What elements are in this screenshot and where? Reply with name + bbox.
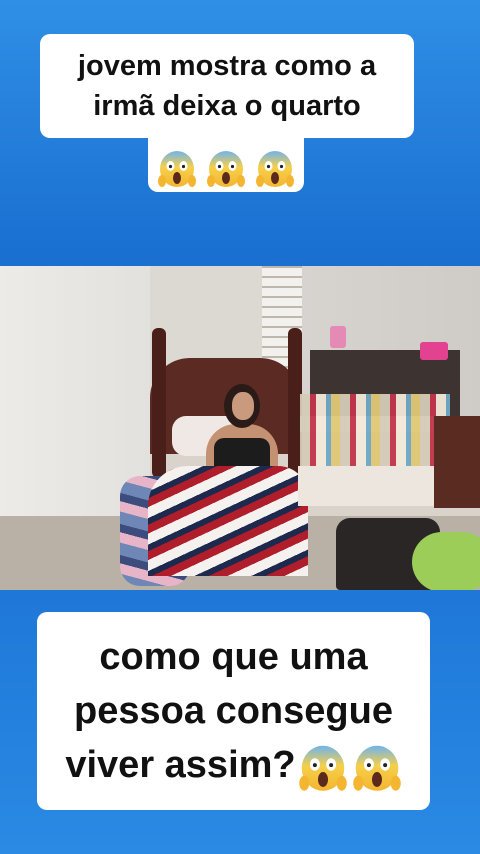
bottom-caption-line-3: viver assim?: [37, 738, 430, 792]
pink-box: [420, 342, 448, 360]
striped-blanket: [148, 466, 308, 576]
top-emoji-row: [148, 138, 304, 192]
face-screaming-in-fear-icon: [157, 148, 197, 188]
pink-cup: [330, 326, 346, 348]
cluttered-cosmetics: [300, 394, 450, 468]
person-face: [232, 392, 254, 420]
top-caption-line-2: irmã deixa o quarto: [93, 90, 361, 122]
top-caption-box: jovem mostra como a irmã deixa o quarto: [40, 34, 414, 138]
bedroom-video-frame[interactable]: [0, 266, 480, 590]
wooden-cabinet: [434, 416, 480, 508]
green-bag: [412, 532, 480, 590]
face-screaming-in-fear-icon: [298, 742, 348, 792]
face-screaming-in-fear-icon: [206, 148, 246, 188]
bottom-caption-box: como que uma pessoa consegue viver assim…: [37, 612, 430, 810]
bed-post-left: [152, 328, 166, 478]
face-screaming-in-fear-icon: [352, 742, 402, 792]
face-screaming-in-fear-icon: [255, 148, 295, 188]
bottom-caption-line-1: como que uma: [99, 636, 368, 678]
bottom-caption-line-3-text: viver assim?: [65, 744, 296, 786]
bottom-caption-line-2: pessoa consegue: [74, 690, 393, 732]
top-caption-line-1: jovem mostra como a: [77, 50, 377, 82]
